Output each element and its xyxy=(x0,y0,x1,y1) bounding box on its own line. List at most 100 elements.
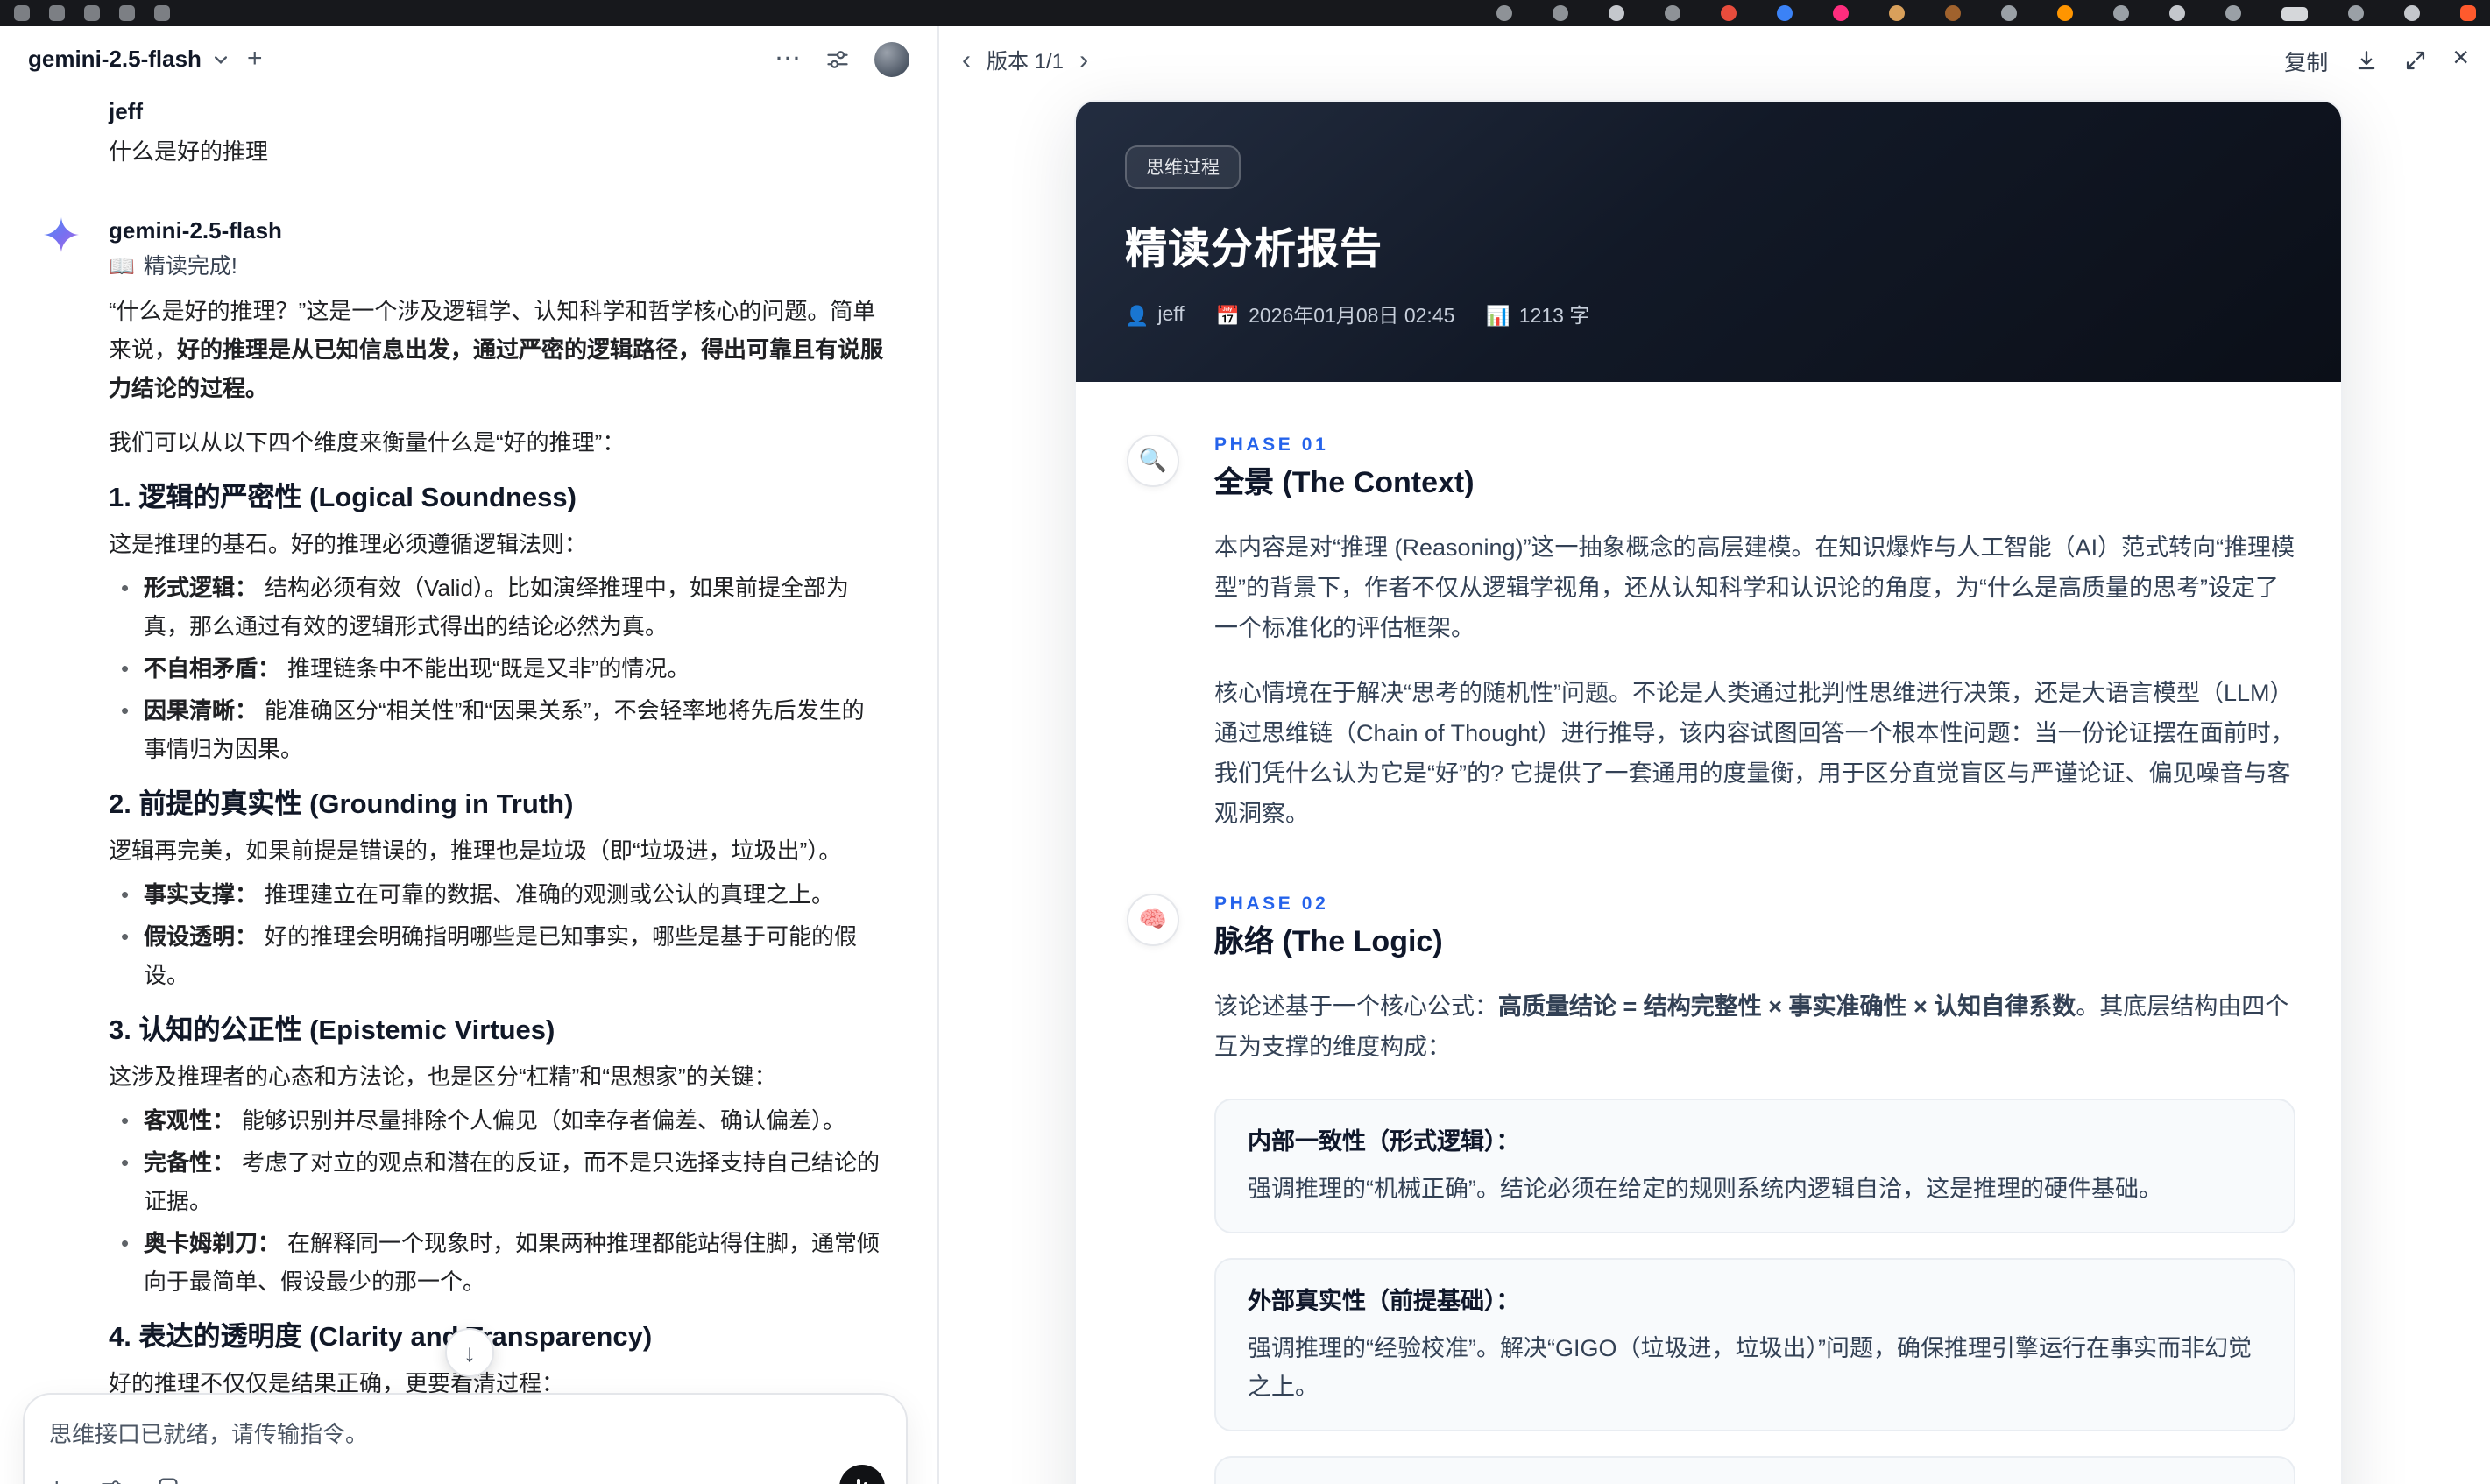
report-title: 精读分析报告 xyxy=(1125,226,1383,273)
menubar-status-icon[interactable] xyxy=(1609,5,1624,21)
logic-card: 主体伦理（认识美德）： 转向推理者的心理特征。引入奥卡姆剃刀和反向论证，旨在克服… xyxy=(1214,1456,2295,1484)
meta-date: 📅 2026年01月08日 02:45 xyxy=(1215,306,1455,328)
bullet-item: 完备性：考虑了对立的观点和潜在的反证，而不是只选择支持自己结论的证据。 xyxy=(109,1144,885,1221)
section-intro: 这是推理的基石。好的推理必须遵循逻辑法则： xyxy=(109,531,588,557)
phase-02-section: 🧠 PHASE 02 脉络 (The Logic) 该论述基于一个核心公式：高质… xyxy=(1127,894,2295,1484)
preview-panel: ‹ 版本 1/1 › 复制 × 思维过程 精读分析报告 👤 jeff 📅 202… xyxy=(941,26,2490,1484)
phase-formula: 该论述基于一个核心公式：高质量结论 = 结构完整性 × 事实准确性 × 认知自律… xyxy=(1214,993,2289,1060)
previous-version-button[interactable]: ‹ xyxy=(962,46,971,73)
report-body: 🔍 PHASE 01 全景 (The Context) 本内容是对“推理 (Re… xyxy=(1076,382,2341,1484)
version-label: 版本 1/1 xyxy=(987,48,1065,73)
menubar-app-icon[interactable] xyxy=(1777,5,1793,21)
menubar-status-icon[interactable] xyxy=(2001,5,2017,21)
section-bullets: 形式逻辑：结构必须有效（Valid）。比如演绎推理中，如果前提全部为真，那么通过… xyxy=(109,569,885,769)
chevron-down-icon xyxy=(212,50,230,67)
menubar-app-icon[interactable] xyxy=(1945,5,1961,21)
more-options-button[interactable]: ⋯ xyxy=(775,46,801,72)
menubar-app-menu-icon[interactable] xyxy=(84,5,100,21)
assistant-lead: 我们可以从以下四个维度来衡量什么是“好的推理”： xyxy=(109,429,626,456)
menubar-status-icon[interactable] xyxy=(2113,5,2129,21)
section-heading: 2. 前提的真实性 (Grounding in Truth) xyxy=(109,790,574,820)
control-center-icon[interactable] xyxy=(2348,5,2364,21)
menubar-status-icon[interactable] xyxy=(2404,5,2420,21)
new-chat-button[interactable]: + xyxy=(247,46,263,72)
user-name: jeff xyxy=(109,98,143,124)
report-card: 思维过程 精读分析报告 👤 jeff 📅 2026年01月08日 02:45 📊… xyxy=(1074,100,2343,1484)
menubar-status-icon[interactable] xyxy=(1665,5,1680,21)
arrow-down-icon: ↓ xyxy=(463,1339,476,1367)
bullet-item: 奥卡姆剃刀：在解释同一个现象时，如果两种推理都能站得住脚，通常倾向于最简单、假设… xyxy=(109,1225,885,1302)
tools-icon[interactable] xyxy=(100,1476,123,1484)
section-bullets: 事实支撑：推理建立在可靠的数据、准确的观测或公认的真理之上。 假设透明：好的推理… xyxy=(109,876,885,995)
user-message-text: 什么是好的推理 xyxy=(109,138,269,165)
menubar-app-icon[interactable] xyxy=(1721,5,1737,21)
phase-label: PHASE 02 xyxy=(1214,894,1329,915)
menubar-app-icon[interactable] xyxy=(2460,5,2476,21)
apple-menu-icon[interactable] xyxy=(14,5,30,21)
preview-actions: 复制 × xyxy=(2284,43,2469,76)
menubar-app-icon[interactable] xyxy=(1833,5,1849,21)
composer-input[interactable]: 思维接口已就绪，请传输指令。 xyxy=(49,1416,881,1449)
phase-title: 全景 (The Context) xyxy=(1214,466,1475,499)
search-icon: 🔍 xyxy=(1127,435,1179,487)
menubar-status-icons xyxy=(1496,5,2476,21)
assistant-status-text: 精读完成! xyxy=(143,254,237,279)
fullscreen-icon[interactable] xyxy=(2403,48,2426,71)
next-version-button[interactable]: › xyxy=(1079,46,1088,73)
menubar-app-menu-icon[interactable] xyxy=(154,5,170,21)
assistant-message-body: gemini-2.5-flash 📖 精读完成! “什么是好的推理？”这是一个涉… xyxy=(109,217,885,1447)
bullet-item: 假设透明：好的推理会明确指明哪些是已知事实，哪些是基于可能的假设。 xyxy=(109,918,885,995)
calendar-icon: 📅 xyxy=(1215,306,1241,327)
voice-input-button[interactable] xyxy=(839,1465,885,1484)
phase-paragraph: 本内容是对“推理 (Reasoning)”这一抽象概念的高层建模。在知识爆炸与人… xyxy=(1214,534,2295,641)
meta-word-count: 📊 1213 字 xyxy=(1486,306,1590,328)
section-heading: 3. 认知的公正性 (Epistemic Virtues) xyxy=(109,1016,555,1046)
section-intro: 逻辑再完美，如果前提是错误的，推理也是垃圾（即“垃圾进，垃圾出”）。 xyxy=(109,837,842,864)
assistant-status: 📖 精读完成! xyxy=(109,251,885,282)
model-selector[interactable]: gemini-2.5-flash xyxy=(28,46,230,72)
logic-cards: 内部一致性（形式逻辑）： 强调推理的“机械正确”。结论必须在给定的规则系统内逻辑… xyxy=(1214,1099,2295,1484)
copy-button[interactable]: 复制 xyxy=(2284,43,2328,76)
add-attachment-button[interactable]: + xyxy=(49,1474,65,1484)
logic-card: 内部一致性（形式逻辑）： 强调推理的“机械正确”。结论必须在给定的规则系统内逻辑… xyxy=(1214,1099,2295,1233)
book-icon: 📖 xyxy=(109,254,135,279)
phase-title: 脉络 (The Logic) xyxy=(1214,925,1443,958)
person-icon: 👤 xyxy=(1125,306,1150,327)
menubar-status-icon[interactable] xyxy=(1496,5,1512,21)
section-intro: 这涉及推理者的心态和方法论，也是区分“杠精”和“思想家”的关键： xyxy=(109,1064,777,1090)
model-name: gemini-2.5-flash xyxy=(28,46,202,72)
chat-message-list[interactable]: jeff 什么是好的推理 gemini-2.5-flash 📖 精读完成! “什… xyxy=(0,91,937,1484)
menubar-status-icon[interactable] xyxy=(1553,5,1568,21)
screen: gemini-2.5-flash + ⋯ jeff 什么是好的推理 gemini… xyxy=(0,0,2490,1484)
section-heading: 4. 表达的透明度 (Clarity and Transparency) xyxy=(109,1323,653,1353)
wifi-icon[interactable] xyxy=(2225,5,2241,21)
assistant-message: gemini-2.5-flash 📖 精读完成! “什么是好的推理？”这是一个涉… xyxy=(44,217,885,1447)
account-avatar[interactable] xyxy=(874,41,909,76)
preview-toolbar: ‹ 版本 1/1 › 复制 × xyxy=(941,26,2490,93)
logic-card: 外部真实性（前提基础）： 强调推理的“经验校准”。解决“GIGO（垃圾进，垃圾出… xyxy=(1214,1258,2295,1431)
bullet-item: 事实支撑：推理建立在可靠的数据、准确的观测或公认的真理之上。 xyxy=(109,876,885,915)
chat-header: gemini-2.5-flash + ⋯ xyxy=(0,26,937,91)
menubar-status-icon[interactable] xyxy=(2169,5,2185,21)
sliders-icon[interactable] xyxy=(825,46,850,71)
menubar-left-icons xyxy=(14,5,170,21)
download-icon[interactable] xyxy=(2354,48,2377,71)
phase-label: PHASE 01 xyxy=(1214,435,1329,456)
menubar-app-menu-icon[interactable] xyxy=(49,5,65,21)
bullet-item: 因果清晰：能准确区分“相关性”和“因果关系”，不会轻率地将先后发生的事情归为因果… xyxy=(109,692,885,769)
report-header: 思维过程 精读分析报告 👤 jeff 📅 2026年01月08日 02:45 📊… xyxy=(1076,102,2341,382)
notes-icon[interactable] xyxy=(158,1477,179,1484)
section-bullets: 客观性：能够识别并尽量排除个人偏见（如幸存者偏差、确认偏差）。 完备性：考虑了对… xyxy=(109,1102,885,1302)
composer-toolbar: + xyxy=(49,1465,885,1484)
assistant-intro: “什么是好的推理？”这是一个涉及逻辑学、认知科学和哲学核心的问题。简单来说，好的… xyxy=(109,298,884,401)
assistant-name: gemini-2.5-flash xyxy=(109,217,282,244)
battery-icon[interactable] xyxy=(2281,6,2308,20)
message-composer[interactable]: 思维接口已就绪，请传输指令。 + xyxy=(23,1393,908,1484)
menubar-app-icon[interactable] xyxy=(1889,5,1905,21)
bullet-item: 客观性：能够识别并尽量排除个人偏见（如幸存者偏差、确认偏差）。 xyxy=(109,1102,885,1141)
scroll-to-bottom-button[interactable]: ↓ xyxy=(445,1328,494,1377)
menubar-app-menu-icon[interactable] xyxy=(119,5,135,21)
menubar-app-icon[interactable] xyxy=(2057,5,2073,21)
user-message: jeff 什么是好的推理 xyxy=(44,98,885,172)
close-preview-button[interactable]: × xyxy=(2452,45,2469,74)
